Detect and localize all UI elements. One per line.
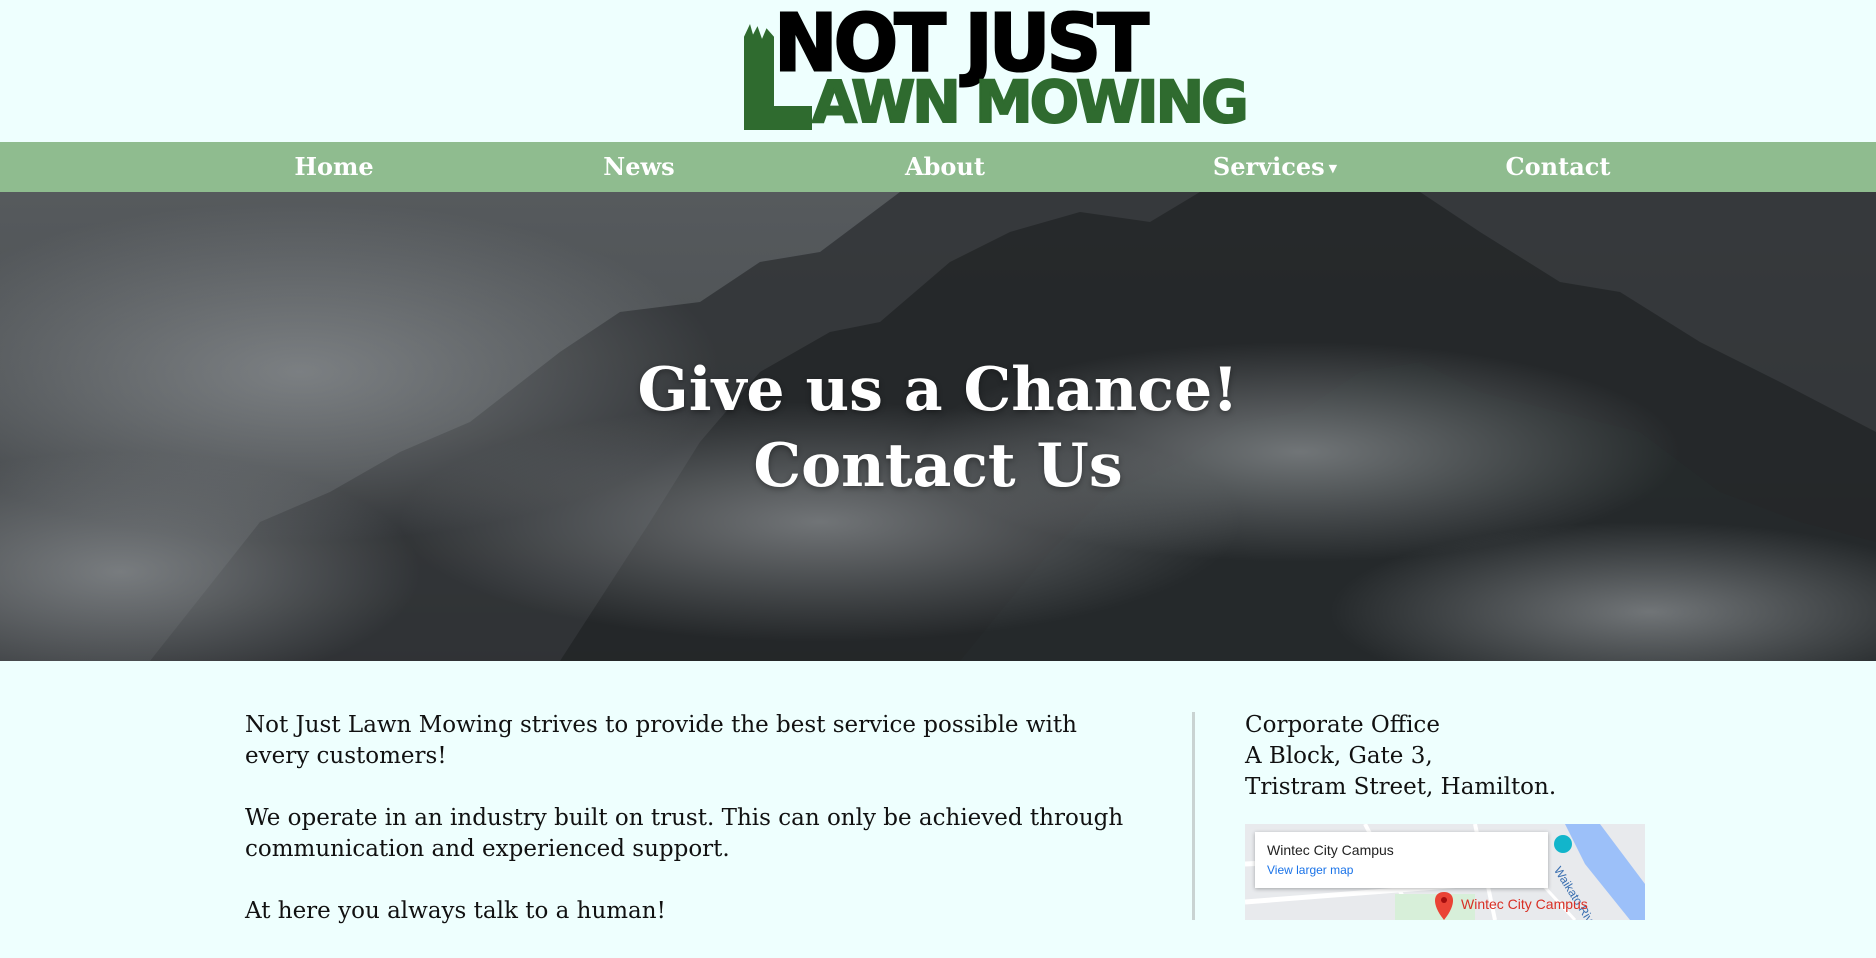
nav-home[interactable]: Home (278, 142, 390, 192)
view-larger-map-link[interactable]: View larger map (1267, 863, 1353, 877)
office-address: Corporate Office A Block, Gate 3, Tristr… (1245, 710, 1665, 803)
nav-contact[interactable]: Contact (1500, 142, 1616, 192)
map-info-card: Wintec City Campus View larger map (1255, 832, 1548, 888)
hero-heading: Give us a Chance! Contact Us (0, 352, 1876, 504)
office-title: Corporate Office (1245, 712, 1440, 738)
office-address-line: A Block, Gate 3, (1245, 743, 1433, 769)
site-header: NOT JUST AWN MOWING (0, 0, 1876, 142)
site-logo[interactable]: NOT JUST AWN MOWING (744, 0, 1250, 137)
intro-paragraph: Not Just Lawn Mowing strives to provide … (245, 712, 1077, 769)
location-map[interactable]: Waikato River Wintec City Campus View la… (1245, 824, 1645, 920)
hero-heading-line-1: Give us a Chance! (637, 355, 1239, 425)
main-nav: Home News About Services ▼ Contact (0, 142, 1876, 192)
chevron-down-icon: ▼ (1328, 161, 1338, 175)
nav-services-label: Services (1212, 152, 1325, 181)
intro-paragraph: We operate in an industry built on trust… (245, 805, 1124, 862)
nav-services[interactable]: Services ▼ (1185, 142, 1365, 192)
logo-l-shape (744, 106, 812, 130)
nav-about[interactable]: About (890, 142, 1000, 192)
map-marker-label: Wintec City Campus (1461, 896, 1588, 912)
nav-news[interactable]: News (588, 142, 690, 192)
office-address-line: Tristram Street, Hamilton. (1245, 774, 1557, 800)
logo-line-2: AWN MOWING (811, 67, 1250, 137)
intro-text: Not Just Lawn Mowing strives to provide … (245, 710, 1125, 958)
hero-heading-line-2: Contact Us (753, 431, 1123, 501)
map-card-title: Wintec City Campus (1267, 842, 1394, 858)
intro-paragraph: At here you always talk to a human! (245, 898, 666, 924)
column-divider (1192, 712, 1195, 920)
hero-banner: Give us a Chance! Contact Us (0, 192, 1876, 661)
